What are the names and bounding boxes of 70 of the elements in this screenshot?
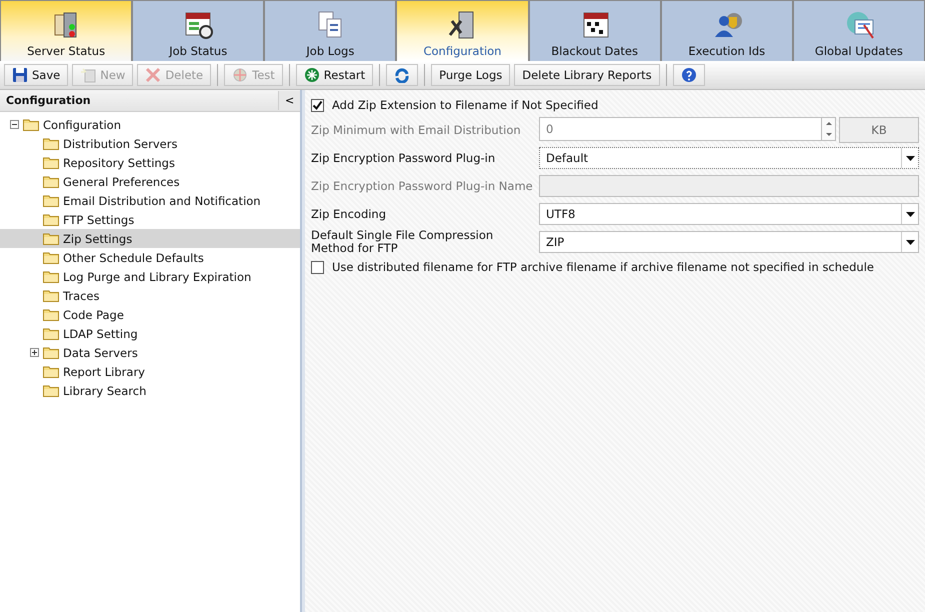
help-icon bbox=[680, 67, 697, 83]
collapse-button[interactable]: < bbox=[278, 91, 300, 110]
tab[interactable]: Job Status bbox=[133, 1, 264, 61]
tab[interactable]: Global Updates bbox=[794, 1, 924, 61]
field-label: Zip Encoding bbox=[311, 208, 388, 220]
checkbox-label: Add Zip Extension to Filename if Not Specified bbox=[332, 98, 598, 112]
tab[interactable]: Configuration bbox=[397, 1, 528, 61]
toolbar-button[interactable]: Delete Library Reports bbox=[514, 64, 660, 86]
tree-item[interactable]: Email Distribution and Notification bbox=[0, 191, 300, 210]
spinner-arrows-icon[interactable] bbox=[822, 117, 836, 141]
cross-icon bbox=[145, 67, 162, 83]
caret-icon bbox=[906, 212, 914, 216]
folder-icon bbox=[23, 118, 39, 131]
document-icon bbox=[80, 67, 96, 83]
tree-item[interactable]: General Preferences bbox=[0, 172, 300, 191]
unit-label: KB bbox=[839, 117, 919, 143]
tab[interactable]: Server Status bbox=[1, 1, 132, 61]
folder-icon bbox=[43, 270, 59, 283]
folder-icon bbox=[43, 251, 59, 264]
tree-item[interactable]: LDAP Setting bbox=[0, 324, 300, 343]
folder-icon bbox=[43, 194, 59, 207]
collapse-icon[interactable] bbox=[10, 120, 19, 129]
target-icon bbox=[232, 67, 248, 83]
tree-item[interactable]: FTP Settings bbox=[0, 210, 300, 229]
folder-icon bbox=[43, 365, 59, 378]
folder-icon bbox=[43, 289, 59, 302]
field-label: Zip Encryption Password Plug-in Name bbox=[311, 180, 534, 192]
toolbar-button[interactable]: Save bbox=[4, 64, 68, 86]
tree-item[interactable]: Library Search bbox=[0, 381, 300, 400]
toolbar-button[interactable]: Restart bbox=[296, 64, 374, 86]
tree-item[interactable]: Code Page bbox=[0, 305, 300, 324]
tab[interactable]: Execution Ids bbox=[662, 1, 792, 61]
field-label: Default Single File Compression Method for FTP bbox=[311, 229, 494, 255]
refresh-button[interactable] bbox=[386, 64, 418, 86]
panel-title: Configuration bbox=[5, 94, 91, 107]
tree-item[interactable]: Configuration bbox=[0, 115, 300, 134]
tree-item[interactable]: Distribution Servers bbox=[0, 134, 300, 153]
tab[interactable]: Blackout Dates bbox=[530, 1, 660, 61]
folder-icon bbox=[43, 327, 59, 340]
tab[interactable]: Job Logs bbox=[265, 1, 396, 61]
field-label: Zip Encryption Password Plug-in bbox=[311, 152, 496, 164]
tree-item[interactable]: Zip Settings bbox=[0, 229, 300, 248]
dropdown[interactable]: Default bbox=[539, 147, 919, 169]
folder-icon bbox=[43, 384, 59, 397]
tree-item[interactable]: Repository Settings bbox=[0, 153, 300, 172]
folder-icon bbox=[43, 175, 59, 188]
tree-item[interactable]: Log Purge and Library Expiration bbox=[0, 267, 300, 286]
folder-icon bbox=[43, 156, 59, 169]
tree-item[interactable]: Traces bbox=[0, 286, 300, 305]
field-label: Zip Minimum with Email Distribution bbox=[311, 124, 522, 136]
tree-item[interactable]: Other Schedule Defaults bbox=[0, 248, 300, 267]
toolbar-button[interactable]: Purge Logs bbox=[431, 64, 510, 86]
folder-icon bbox=[43, 346, 59, 359]
folder-icon bbox=[43, 137, 59, 150]
checkbox-label: Use distributed filename for FTP archive filename if archive filename not specified in schedule bbox=[332, 260, 874, 274]
tree-item[interactable]: Data Servers bbox=[0, 343, 300, 362]
caret-icon bbox=[906, 240, 914, 244]
help-button[interactable] bbox=[672, 64, 705, 86]
refresh-icon bbox=[394, 67, 410, 83]
tree-item[interactable]: Report Library bbox=[0, 362, 300, 381]
checkbox[interactable] bbox=[311, 260, 324, 274]
dropdown[interactable]: UTF8 bbox=[539, 203, 919, 225]
expand-icon[interactable] bbox=[30, 348, 39, 357]
checkbox[interactable] bbox=[311, 98, 324, 112]
asterisk-icon bbox=[304, 67, 320, 83]
caret-icon bbox=[906, 156, 914, 160]
dropdown[interactable]: ZIP bbox=[539, 231, 919, 253]
folder-icon bbox=[43, 213, 59, 226]
folder-icon bbox=[43, 232, 59, 245]
folder-icon bbox=[43, 308, 59, 321]
